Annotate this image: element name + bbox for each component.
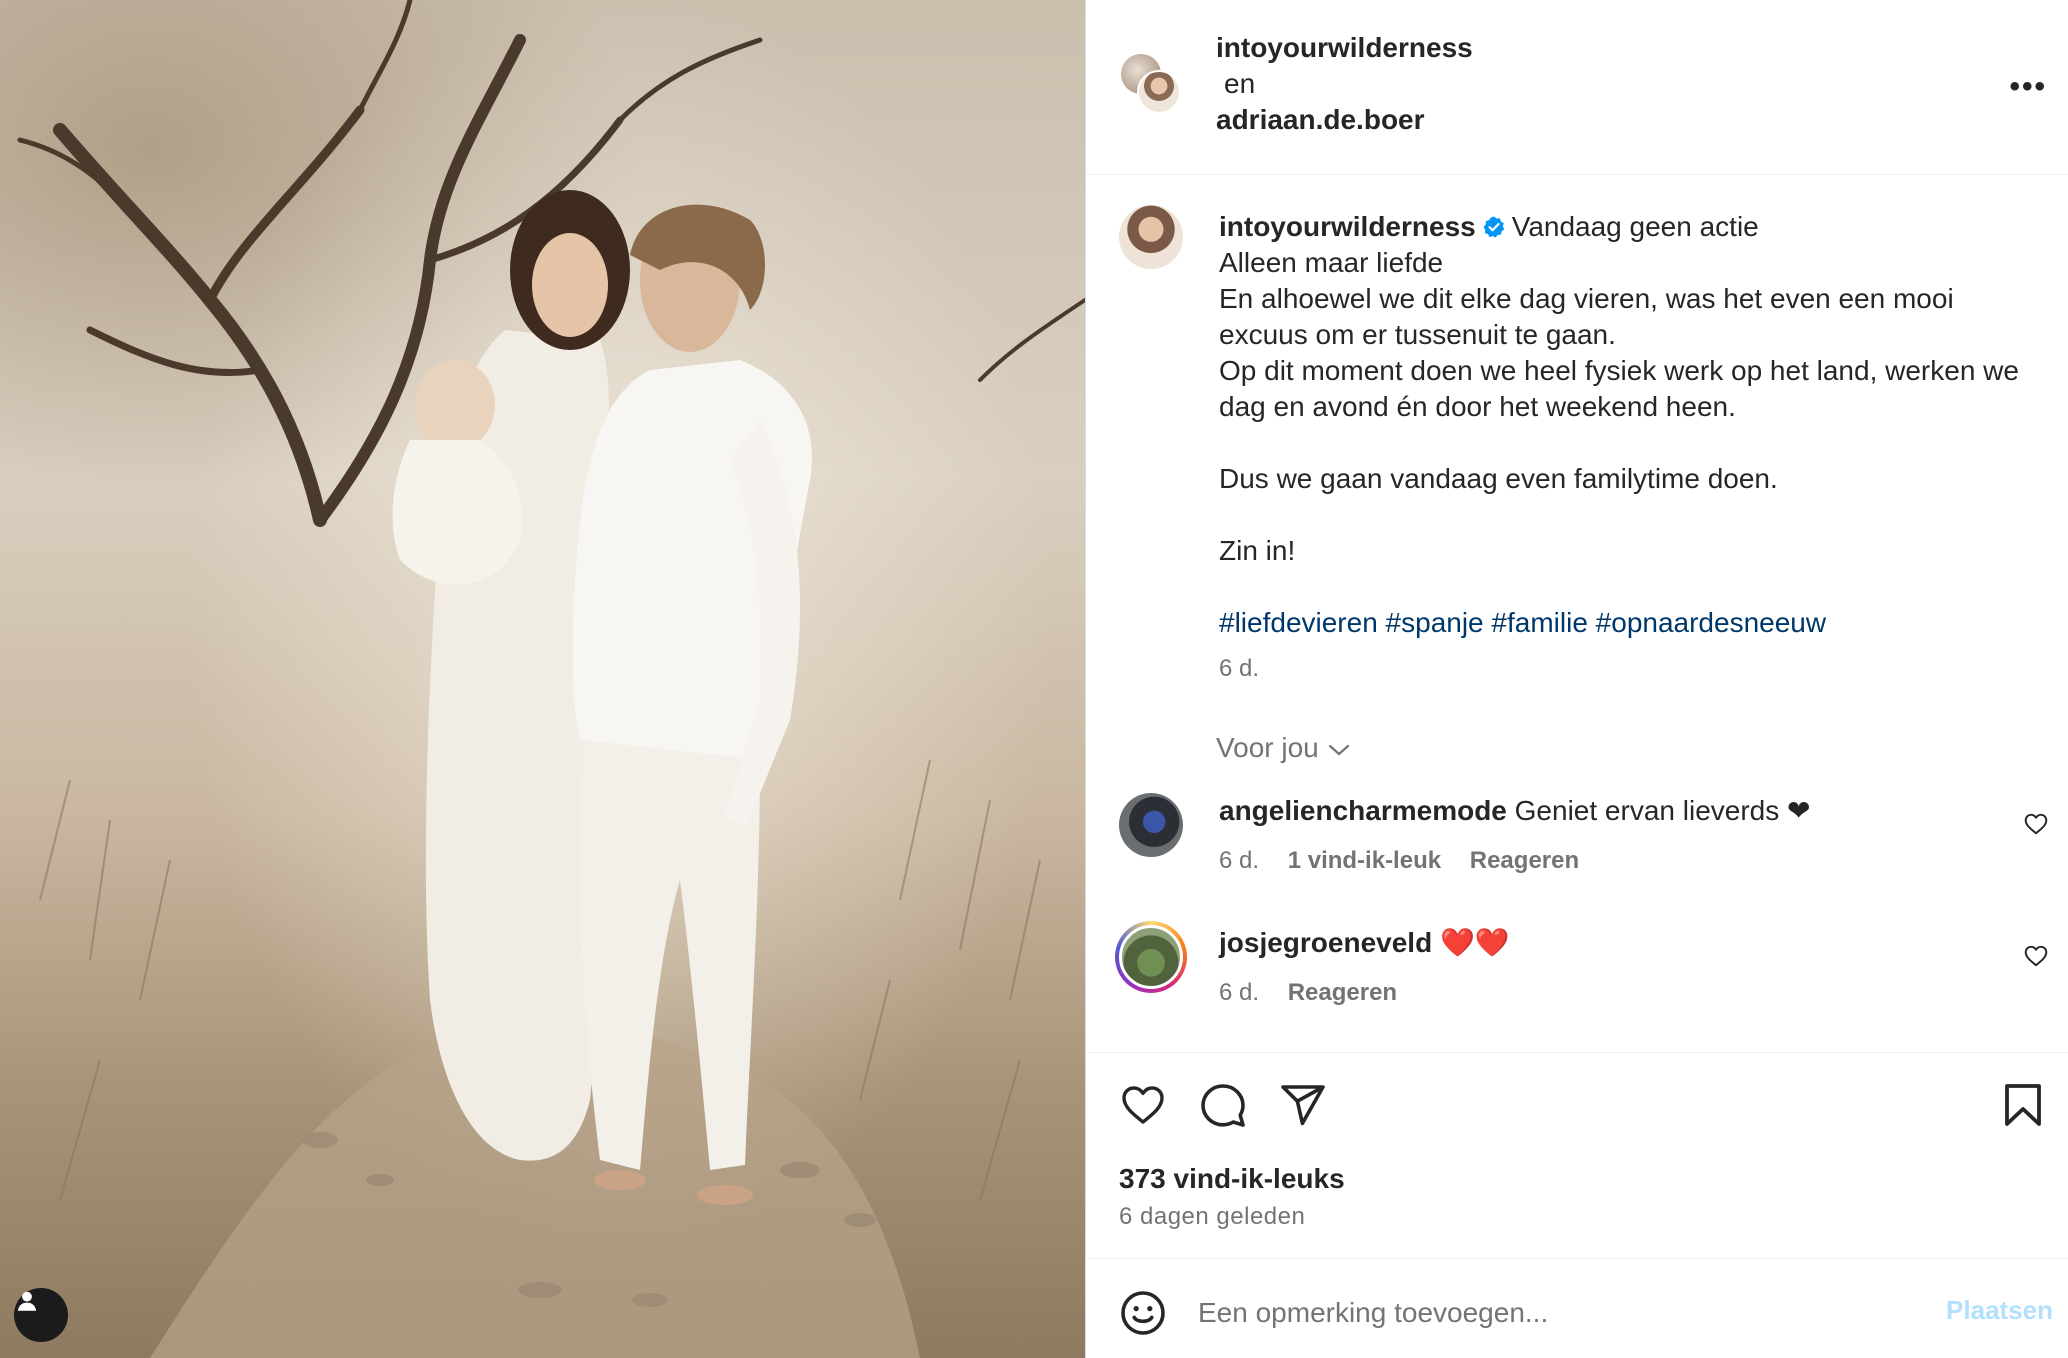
collaborators: intoyourwilderness en adriaan.de.boer: [1216, 30, 1473, 138]
smiley-icon[interactable]: [1119, 1289, 1167, 1337]
avatar[interactable]: [1119, 793, 1183, 857]
likes-count[interactable]: 373 vind-ik-leuks: [1119, 1163, 1345, 1195]
comment-meta: 6 d. Reageren: [1219, 975, 1979, 1011]
avatar[interactable]: [1119, 205, 1183, 269]
avatar[interactable]: [1119, 925, 1183, 989]
caption-line: Op dit moment doen we heel fysiek werk o…: [1219, 355, 2019, 422]
save-button[interactable]: [1999, 1081, 2047, 1129]
like-button[interactable]: [1119, 1081, 1167, 1129]
heart-icon[interactable]: [2023, 811, 2049, 837]
tagged-users-button[interactable]: [14, 1288, 68, 1342]
comment-bubble-icon: [1201, 1084, 1245, 1127]
post-age[interactable]: 6 dagen geleden: [1119, 1203, 1305, 1231]
comment-body: angeliencharmemode Geniet ervan lieverds…: [1219, 793, 1979, 879]
caption-timestamp[interactable]: 6 d.: [1219, 651, 2039, 687]
comment-username[interactable]: josjegroeneveld: [1219, 927, 1432, 958]
comment-composer: Plaatsen: [1086, 1258, 2068, 1358]
user-tag-icon: [17, 1291, 37, 1311]
comment-body: josjegroeneveld ❤️❤️ 6 d. Reageren: [1219, 925, 1979, 1011]
photo-illustration: [17, 0, 1085, 1358]
comment-button[interactable]: [1199, 1081, 1247, 1129]
comment-likes[interactable]: 1 vind-ik-leuk: [1288, 847, 1441, 874]
caption-username[interactable]: intoyourwilderness: [1219, 211, 1476, 242]
action-icons-group: [1119, 1081, 1327, 1129]
share-button[interactable]: [1279, 1081, 1327, 1129]
comment-username[interactable]: angeliencharmemode: [1219, 795, 1507, 826]
caption-hashtags[interactable]: #liefdevieren #spanje #familie #opnaarde…: [1219, 605, 2039, 641]
comment-text: ❤️❤️: [1439, 927, 1510, 958]
heart-icon[interactable]: [2023, 943, 2049, 969]
comment-text: Geniet ervan lieverds ❤: [1514, 795, 1811, 826]
more-options-button[interactable]: •••: [2009, 70, 2047, 104]
bookmark-icon: [2005, 1084, 2041, 1126]
heart-icon: [1122, 1086, 1164, 1124]
collab-avatars[interactable]: [1119, 52, 1183, 122]
caption-line: En alhoewel we dit elke dag vieren, was …: [1219, 283, 1954, 350]
caption-text: intoyourwilderness Vandaag geen actie Al…: [1219, 209, 2039, 687]
comment-item: josjegroeneveld ❤️❤️ 6 d. Reageren: [1115, 921, 2049, 1025]
post-photo[interactable]: [0, 0, 1085, 1358]
collaborator-1-username[interactable]: intoyourwilderness: [1216, 30, 1473, 66]
post-comment-button[interactable]: Plaatsen: [1946, 1295, 2053, 1326]
comment-item: angeliencharmemode Geniet ervan lieverds…: [1119, 793, 2049, 893]
verified-badge-icon: [1483, 216, 1505, 238]
paper-plane-icon: [1281, 1085, 1325, 1126]
comment-input[interactable]: [1198, 1289, 1898, 1337]
collaborator-2-username[interactable]: adriaan.de.boer: [1216, 102, 1473, 138]
caption-line: Vandaag geen actie: [1511, 211, 1759, 242]
caption-line: Zin in!: [1219, 535, 1296, 566]
comment-meta: 6 d. 1 vind-ik-leuk Reageren: [1219, 843, 1979, 879]
avatar: [1137, 70, 1181, 114]
post-actions: 373 vind-ik-leuks 6 dagen geleden: [1086, 1052, 2068, 1252]
caption-line: Alleen maar liefde: [1219, 247, 1444, 278]
post-details-panel: intoyourwilderness en adriaan.de.boer ••…: [1085, 0, 2068, 1358]
reply-button[interactable]: Reageren: [1470, 847, 1579, 874]
reply-button[interactable]: Reageren: [1288, 979, 1397, 1006]
post-header: intoyourwilderness en adriaan.de.boer ••…: [1086, 0, 2068, 175]
comment-age: 6 d.: [1219, 979, 1260, 1006]
chevron-down-icon: [1328, 744, 1349, 755]
comment-sort-label: Voor jou: [1216, 732, 1319, 763]
comment-age: 6 d.: [1219, 847, 1260, 874]
caption-line: Dus we gaan vandaag even familytime doen…: [1219, 463, 1778, 494]
collaborator-conjunction: en: [1224, 68, 1256, 99]
comment-sort-dropdown[interactable]: Voor jou: [1216, 732, 1351, 764]
